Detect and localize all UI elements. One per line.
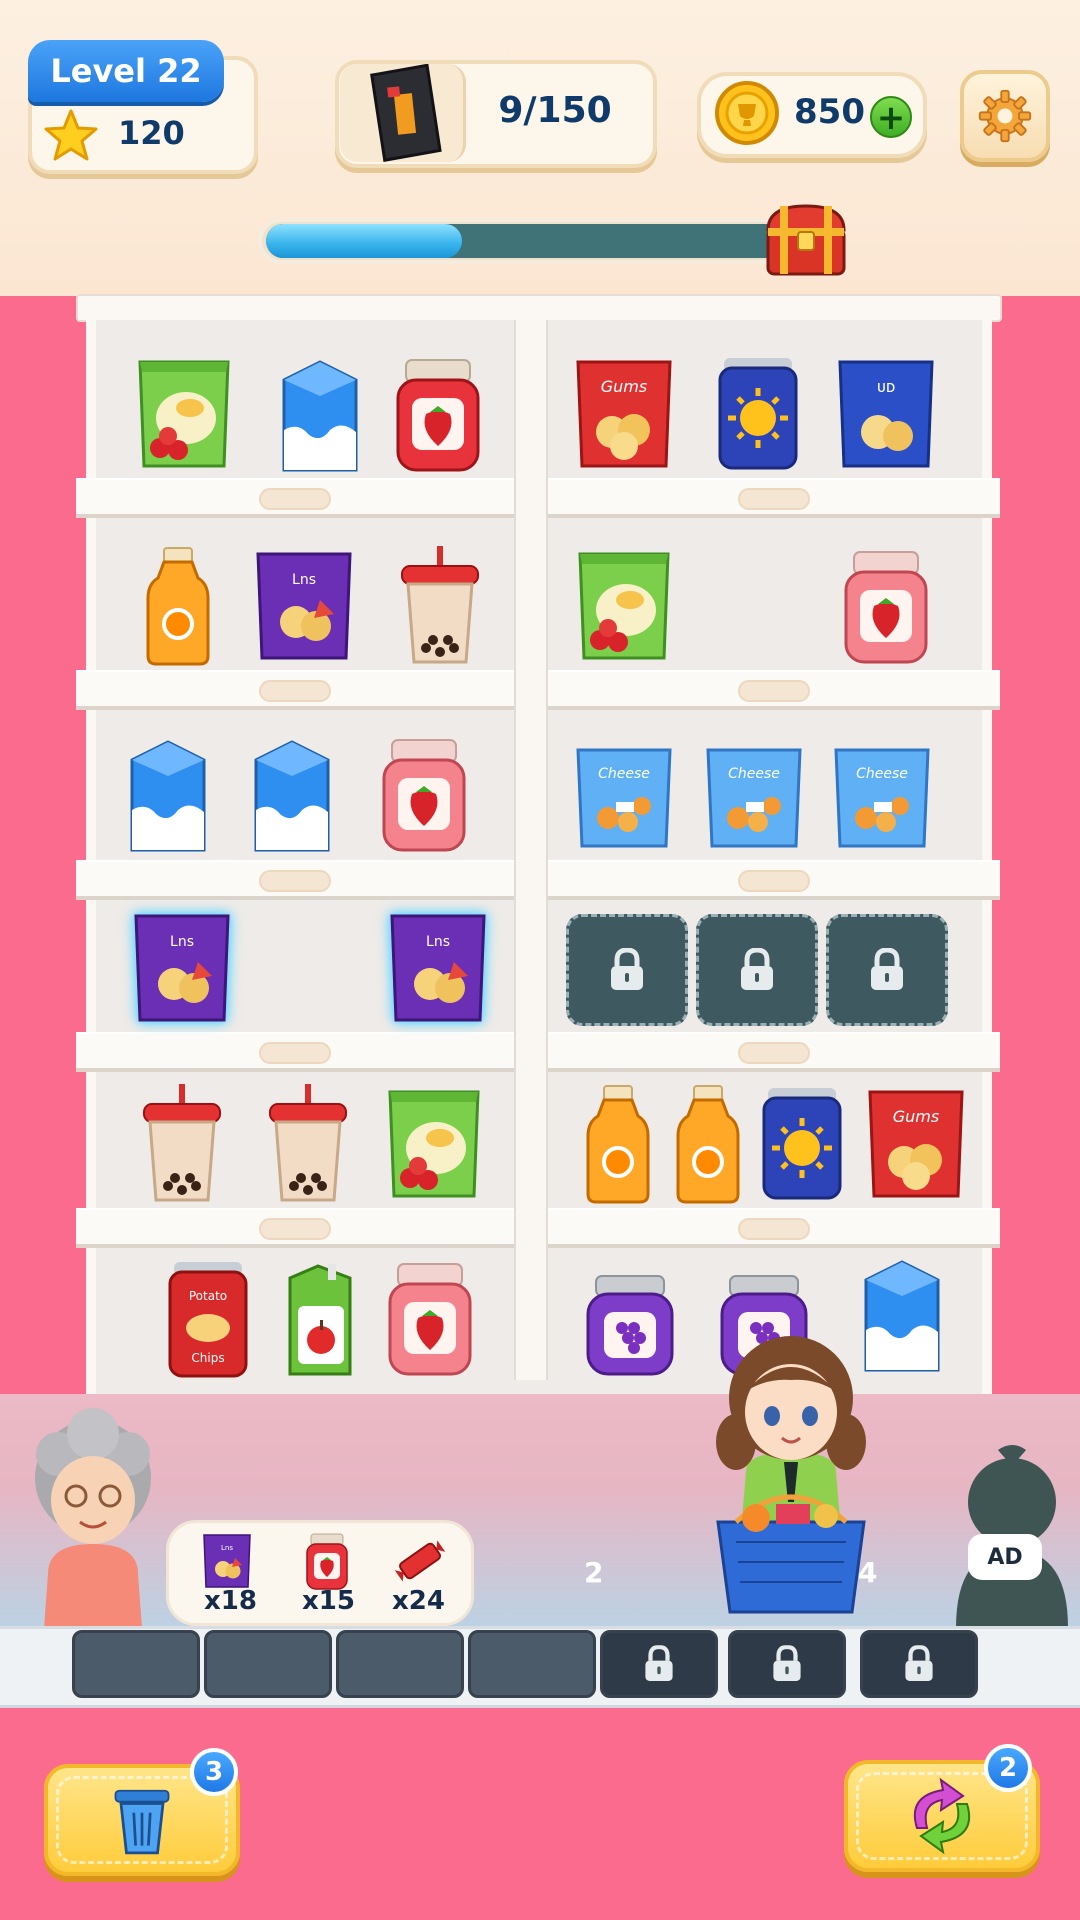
settings-button[interactable] xyxy=(960,70,1050,162)
orange-juice-bottle[interactable] xyxy=(566,1082,670,1206)
grandma-customer xyxy=(18,1404,168,1628)
shelf-ledge xyxy=(548,670,1000,710)
treasure-chest-icon[interactable] xyxy=(760,200,852,280)
lock-icon xyxy=(770,1645,804,1683)
candy-bar-icon xyxy=(390,1532,450,1590)
blue-puffs-bag[interactable] xyxy=(572,732,676,856)
sorting-tray-slot[interactable] xyxy=(204,1630,332,1698)
shelf-ledge xyxy=(548,1208,1000,1248)
shelf-divider xyxy=(514,320,548,1380)
green-chips-bag[interactable] xyxy=(572,544,676,668)
strawberry-jam-jar[interactable] xyxy=(386,352,490,476)
blue-puffs-bag[interactable] xyxy=(830,732,934,856)
orange-juice-bottle[interactable] xyxy=(656,1082,760,1206)
sorting-tray-slot[interactable] xyxy=(468,1630,596,1698)
locked-shelf-slot[interactable] xyxy=(826,914,948,1026)
lock-icon xyxy=(737,948,777,992)
goal-progress-text: 9/150 xyxy=(498,90,612,131)
orange-juice-bottle[interactable] xyxy=(126,544,230,668)
bubble-tea-cup[interactable] xyxy=(130,1082,234,1206)
strawberry-jam-jar[interactable] xyxy=(378,1256,482,1380)
shelf-ledge xyxy=(76,1032,514,1072)
locked-tray-slot[interactable] xyxy=(860,1630,978,1698)
shelf-ledge xyxy=(76,1208,514,1248)
shelf-ledge xyxy=(76,860,514,900)
locked-tray-slot[interactable] xyxy=(600,1630,718,1698)
shelf-ledge xyxy=(548,1032,1000,1072)
purple-chips-bag-selected[interactable] xyxy=(130,906,234,1030)
star-icon xyxy=(42,108,100,166)
stars-count: 120 xyxy=(118,114,185,152)
shelf-ledge xyxy=(76,670,514,710)
strawberry-jam-jar[interactable] xyxy=(834,544,938,668)
lock-icon xyxy=(642,1645,676,1683)
snack-bag-icon xyxy=(340,63,466,163)
level-progress-track xyxy=(266,224,810,258)
locked-shelf-slot[interactable] xyxy=(566,914,688,1026)
plus-icon: + xyxy=(876,98,906,138)
strawberry-jam-icon xyxy=(296,1530,358,1592)
blue-sun-can[interactable] xyxy=(750,1082,854,1206)
shop-girl-with-basket xyxy=(696,1322,886,1622)
red-chips-bag[interactable] xyxy=(864,1082,968,1206)
add-coins-button[interactable]: + xyxy=(870,96,912,138)
apple-juice-box[interactable] xyxy=(268,1256,372,1380)
shelf-ledge xyxy=(76,478,514,518)
level-label: Level 22 xyxy=(28,40,224,102)
gear-icon xyxy=(978,89,1032,143)
bubble-tea-cup[interactable] xyxy=(256,1082,360,1206)
sorting-tray-slot[interactable] xyxy=(72,1630,200,1698)
lock-icon xyxy=(902,1645,936,1683)
milk-carton[interactable] xyxy=(240,732,344,856)
milk-carton[interactable] xyxy=(268,352,372,476)
purple-chips-bag[interactable] xyxy=(252,544,356,668)
blue-puffs-bag[interactable] xyxy=(702,732,806,856)
blue-chips-bag[interactable] xyxy=(834,352,938,476)
lock-icon xyxy=(607,948,647,992)
sorting-tray-slot[interactable] xyxy=(336,1630,464,1698)
purple-chips-bag-icon xyxy=(196,1530,258,1592)
order-count: x15 xyxy=(302,1586,355,1616)
order-count: x24 xyxy=(392,1586,445,1616)
locked-shelf-slot[interactable] xyxy=(696,914,818,1026)
lock-icon xyxy=(867,948,907,992)
blue-sun-can[interactable] xyxy=(706,352,810,476)
red-chips-can[interactable] xyxy=(156,1256,260,1380)
shuffle-count-badge: 2 xyxy=(984,1744,1032,1792)
locked-tray-slot[interactable] xyxy=(728,1630,846,1698)
watch-ad-button[interactable]: AD xyxy=(968,1534,1042,1580)
shelf-ledge xyxy=(548,478,1000,518)
red-chips-bag[interactable] xyxy=(572,352,676,476)
strawberry-jam-jar[interactable] xyxy=(372,732,476,856)
order-count: x18 xyxy=(204,1586,257,1616)
shelf-top-board xyxy=(76,294,1002,322)
trash-count-badge: 3 xyxy=(190,1748,238,1796)
gold-coin-icon xyxy=(714,80,780,146)
green-chips-bag[interactable] xyxy=(382,1082,486,1206)
coin-count: 850 xyxy=(794,92,865,132)
purple-chips-bag-selected[interactable] xyxy=(386,906,490,1030)
bubble-tea-cup[interactable] xyxy=(388,544,492,668)
level-progress-fill xyxy=(266,224,462,258)
green-chips-bag[interactable] xyxy=(132,352,236,476)
grape-jam-jar[interactable] xyxy=(578,1256,682,1380)
milk-carton[interactable] xyxy=(116,732,220,856)
shelf-ledge xyxy=(548,860,1000,900)
queue-number: 2 xyxy=(584,1556,604,1589)
